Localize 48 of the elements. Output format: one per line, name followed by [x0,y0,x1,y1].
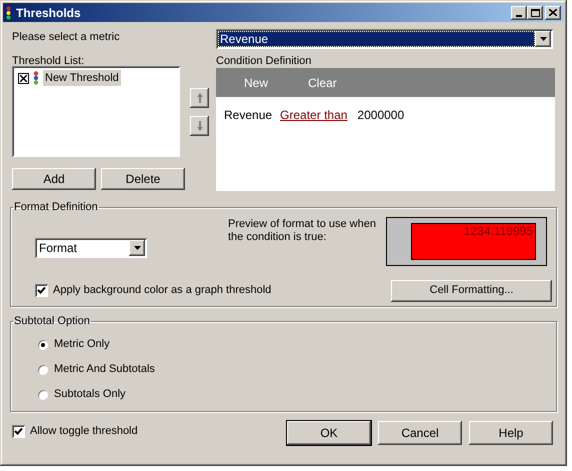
cancel-button[interactable]: Cancel [378,421,462,445]
radio-button[interactable] [37,338,49,350]
threshold-list-label: Threshold List: [12,54,86,66]
preview-description: Preview of format to use when the condition is true: [228,218,377,244]
radio-button[interactable] [37,388,49,400]
toolbar-button[interactable]: New [244,74,268,92]
help-button[interactable]: Help [469,421,553,445]
item-checkbox[interactable] [18,72,29,84]
metric-label: Please select a metric [12,30,121,45]
toolbar-button[interactable]: Clear [308,74,337,92]
condition-definition-label: Condition Definition [216,54,312,68]
allow-toggle-checkbox[interactable] [12,425,25,438]
minimize-button[interactable] [511,6,527,20]
operator-link[interactable]: Greater than [280,106,348,124]
condition-value: 2000000 [357,107,404,124]
window-title: Thresholds [16,4,82,22]
radio-button[interactable] [37,364,49,376]
checkbox-label: Apply background color as a graph threshold [53,283,272,298]
up-arrow-icon [196,93,202,103]
down-arrow-icon [196,121,202,131]
traffic-light-icon [33,71,39,85]
radio-label: Metric Only [54,337,110,352]
move-down-button[interactable] [190,116,209,136]
metric-dropdown[interactable]: Revenue [216,29,553,49]
group-title: Format Definition [13,200,99,215]
caret-icon [134,246,140,250]
checkbox-label: Allow toggle threshold [30,424,138,440]
traffic-light-icon [6,6,11,20]
radio-label: Subtotals Only [54,387,126,402]
close-button[interactable] [545,6,561,20]
close-icon [549,9,557,16]
condition-metric: Revenue [224,107,272,124]
maximize-button[interactable] [527,6,543,20]
dropdown-arrow-button[interactable] [535,31,551,47]
list-item[interactable]: New Threshold [43,70,121,86]
cell-formatting-button[interactable]: Cell Formatting... [391,280,552,302]
ok-button[interactable]: OK [287,421,371,445]
preview-cell: 1234.119995 [411,222,536,260]
format-dropdown[interactable]: Format [35,238,147,258]
graph-threshold-checkbox[interactable] [35,284,48,297]
move-up-button[interactable] [190,88,209,108]
threshold-list[interactable]: New Threshold [12,66,180,157]
add-button[interactable]: Add [12,168,96,190]
dropdown-arrow-button[interactable] [129,240,145,256]
caret-icon [540,37,546,41]
delete-button[interactable]: Delete [101,168,185,190]
radio-label: Metric And Subtotals [54,362,155,378]
group-title: Subtotal Option [13,314,91,329]
